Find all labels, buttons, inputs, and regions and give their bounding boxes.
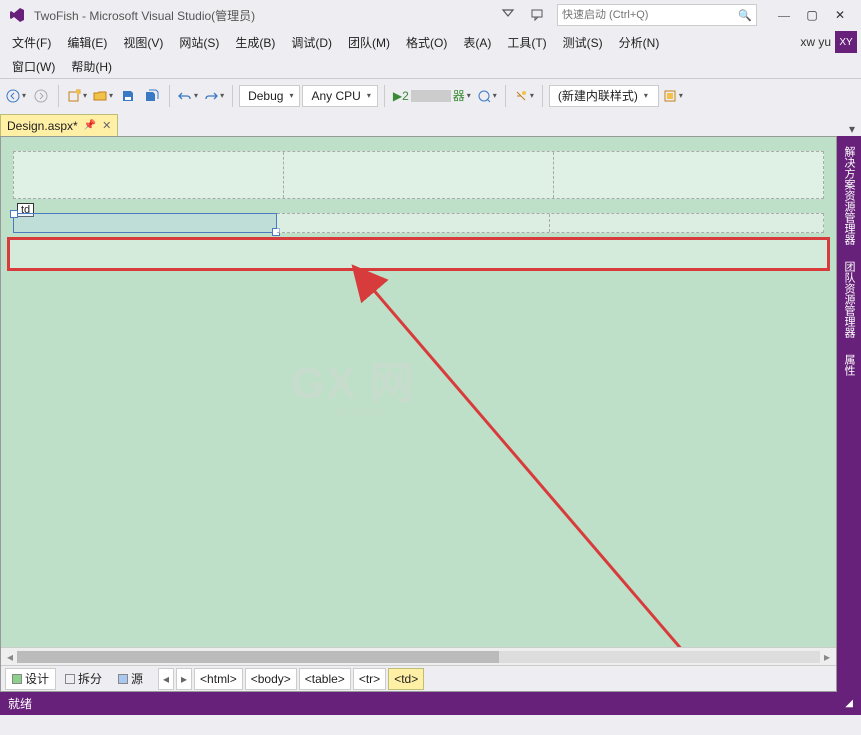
watermark: GX 网 system	[291, 347, 415, 419]
status-bar: 就绪 ◢	[0, 692, 861, 715]
table-row-2-remainder[interactable]	[277, 213, 824, 233]
status-text: 就绪	[8, 695, 32, 712]
maximize-button[interactable]: ▢	[799, 4, 825, 26]
view-tab-source[interactable]: 源	[111, 668, 150, 690]
redo-button[interactable]: ▾	[202, 84, 226, 108]
selected-cell[interactable]	[13, 213, 277, 233]
title-bar: TwoFish - Microsoft Visual Studio(管理员) 🔍…	[0, 0, 861, 30]
menu-test[interactable]: 测试(S)	[555, 31, 611, 54]
toolbar: ▾ ▾ ▾ ▾ ▾ Debug▾ Any CPU▾ ▶ 2器▾ ▾ ▾ (新建内…	[0, 78, 861, 112]
menu-file[interactable]: 文件(F)	[4, 31, 59, 54]
open-file-button[interactable]: ▾	[91, 84, 115, 108]
nav-forward-button[interactable]	[30, 84, 52, 108]
annotation-arrow	[301, 257, 781, 647]
tag-breadcrumb: ◂ ▸ <html> <body> <table> <tr> <td>	[158, 668, 424, 690]
view-mode-tabs: 设计 拆分 源 ◂ ▸ <html> <body> <table> <tr> <…	[1, 665, 836, 691]
panel-tab-solution-explorer[interactable]: 解决方案资源管理器	[841, 142, 857, 249]
breadcrumb-prev-icon[interactable]: ◂	[158, 668, 174, 690]
view-tab-split[interactable]: 拆分	[58, 668, 109, 690]
undo-button[interactable]: ▾	[176, 84, 200, 108]
breadcrumb-tr[interactable]: <tr>	[353, 668, 386, 690]
minimize-button[interactable]: —	[771, 4, 797, 26]
document-tabs: Design.aspx* 📌 ✕ ▾	[0, 112, 861, 136]
resize-grip-icon[interactable]: ◢	[845, 698, 853, 709]
menu-view[interactable]: 视图(V)	[115, 31, 171, 54]
breadcrumb-td[interactable]: <td>	[388, 668, 424, 690]
design-surface[interactable]: td GX 网 system	[1, 137, 836, 647]
platform-combo[interactable]: Any CPU▾	[302, 85, 377, 107]
right-tool-rail: 解决方案资源管理器 团队资源管理器 属性	[837, 136, 861, 692]
window-title: TwoFish - Microsoft Visual Studio(管理员)	[34, 7, 255, 24]
menu-tools[interactable]: 工具(T)	[499, 31, 554, 54]
menu-bar-2: 窗口(W) 帮助(H)	[0, 54, 861, 78]
table-cell[interactable]	[14, 152, 284, 198]
menu-format[interactable]: 格式(O)	[398, 31, 455, 54]
tab-overflow-button[interactable]: ▾	[843, 122, 861, 136]
save-all-button[interactable]	[141, 84, 163, 108]
vs-logo-icon	[8, 6, 26, 24]
menu-debug[interactable]: 调试(D)	[283, 31, 340, 54]
panel-tab-team-explorer[interactable]: 团队资源管理器	[841, 257, 857, 342]
quick-launch-input[interactable]: 🔍	[557, 4, 757, 26]
save-button[interactable]	[117, 84, 139, 108]
main-area: td GX 网 system ◂ ▸ 设计 拆分 源 ◂ ▸	[0, 136, 861, 692]
scroll-thumb[interactable]	[17, 651, 499, 663]
table-cell[interactable]	[554, 152, 823, 198]
panel-tab-properties[interactable]: 属性	[841, 350, 857, 380]
menu-edit[interactable]: 编辑(E)	[59, 31, 115, 54]
table-row-1[interactable]	[13, 151, 824, 199]
horizontal-scrollbar[interactable]: ◂ ▸	[1, 647, 836, 665]
view-tab-design[interactable]: 设计	[5, 668, 56, 690]
search-icon: 🔍	[738, 9, 752, 22]
menu-team[interactable]: 团队(M)	[340, 31, 398, 54]
menu-help[interactable]: 帮助(H)	[63, 55, 120, 78]
quick-launch-field[interactable]	[562, 9, 738, 21]
menu-analyze[interactable]: 分析(N)	[611, 31, 668, 54]
scroll-right-icon[interactable]: ▸	[820, 650, 834, 664]
user-avatar[interactable]: XY	[835, 31, 857, 53]
menu-table[interactable]: 表(A)	[455, 31, 499, 54]
breadcrumb-body[interactable]: <body>	[245, 668, 297, 690]
close-button[interactable]: ✕	[827, 4, 853, 26]
feedback-icon[interactable]	[527, 4, 549, 26]
scroll-left-icon[interactable]: ◂	[3, 650, 17, 664]
menu-build[interactable]: 生成(B)	[227, 31, 283, 54]
style-combo[interactable]: (新建内联样式)▾	[549, 85, 659, 107]
find-button[interactable]: ▾	[512, 84, 536, 108]
config-combo[interactable]: Debug▾	[239, 85, 300, 107]
menu-website[interactable]: 网站(S)	[171, 31, 227, 54]
breadcrumb-next-icon[interactable]: ▸	[176, 668, 192, 690]
menu-window[interactable]: 窗口(W)	[4, 55, 63, 78]
pin-icon[interactable]: 📌	[84, 120, 96, 131]
menu-bar: 文件(F) 编辑(E) 视图(V) 网站(S) 生成(B) 调试(D) 团队(M…	[0, 30, 861, 54]
annotation-highlight-box	[7, 237, 830, 271]
new-project-button[interactable]: ▾	[65, 84, 89, 108]
nav-back-button[interactable]: ▾	[4, 84, 28, 108]
table-cell[interactable]	[284, 152, 554, 198]
style-apply-button[interactable]: ▾	[661, 84, 685, 108]
breadcrumb-html[interactable]: <html>	[194, 668, 243, 690]
notifications-icon[interactable]	[497, 4, 519, 26]
document-tab-active[interactable]: Design.aspx* 📌 ✕	[0, 114, 118, 136]
breadcrumb-table[interactable]: <table>	[299, 668, 351, 690]
close-tab-icon[interactable]: ✕	[102, 119, 111, 132]
document-tab-label: Design.aspx*	[7, 119, 78, 133]
start-debug-button[interactable]: ▶ 2器▾	[391, 84, 473, 108]
user-name[interactable]: xw yu	[800, 35, 831, 49]
editor-pane: td GX 网 system ◂ ▸ 设计 拆分 源 ◂ ▸	[0, 136, 837, 692]
browser-link-button[interactable]: ▾	[475, 84, 499, 108]
